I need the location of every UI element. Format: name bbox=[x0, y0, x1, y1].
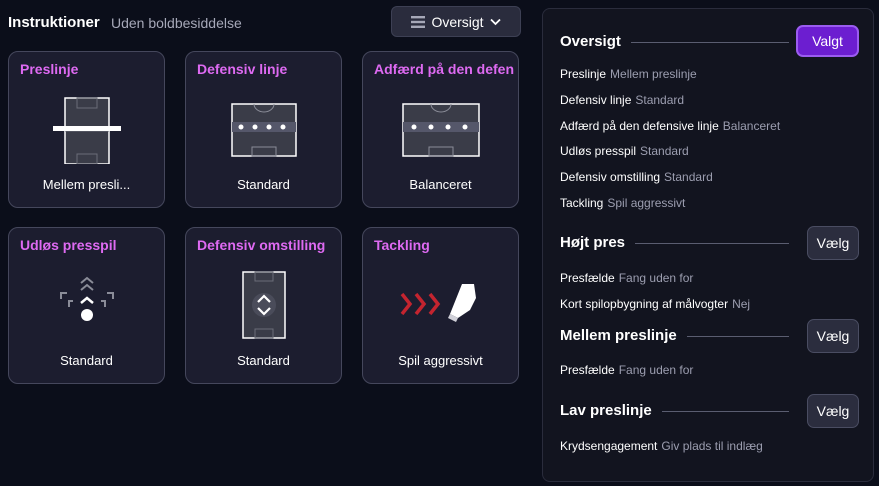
card-title: Adfærd på den defensi bbox=[374, 61, 514, 77]
card-title: Udløs presspil bbox=[20, 237, 117, 253]
page-title: Instruktioner bbox=[8, 14, 100, 31]
section-lav-preslinje: Lav preslinje Vælg bbox=[560, 394, 859, 428]
defensive-behaviour-icon bbox=[363, 90, 518, 168]
card-title: Defensiv omstilling bbox=[197, 237, 326, 253]
card-value: Mellem presli... bbox=[42, 177, 131, 192]
summary-row: Udløs presspil Standard bbox=[560, 144, 689, 158]
summary-row: Preslinje Mellem preslinje bbox=[560, 67, 697, 81]
card-value: Standard bbox=[237, 353, 290, 368]
pitch-line-icon bbox=[9, 90, 164, 168]
page-subtitle: Uden boldbesiddelse bbox=[111, 15, 242, 31]
view-dropdown[interactable]: Oversigt bbox=[391, 6, 521, 37]
card-value: Standard bbox=[237, 177, 290, 192]
summary-row: Krydsengagement Giv plads til indlæg bbox=[560, 439, 763, 453]
list-icon bbox=[411, 15, 426, 28]
tackle-boot-icon bbox=[363, 266, 518, 344]
card-udlos-presspil[interactable]: Udløs presspil Standard bbox=[8, 227, 165, 384]
card-title: Defensiv linje bbox=[197, 61, 288, 77]
select-button[interactable]: Vælg bbox=[807, 319, 859, 353]
summary-row: Defensiv omstilling Standard bbox=[560, 170, 713, 184]
summary-panel: Oversigt Valgt Preslinje Mellem preslinje… bbox=[542, 8, 874, 482]
section-mellem-preslinje: Mellem preslinje Vælg bbox=[560, 319, 859, 353]
section-title: Mellem preslinje bbox=[560, 327, 687, 344]
summary-row: Presfælde Fang uden for bbox=[560, 271, 694, 285]
card-adfaerd[interactable]: Adfærd på den defensi Balanceret bbox=[362, 51, 519, 208]
instructions-header: Instruktioner Uden boldbesiddelse Oversi… bbox=[8, 6, 523, 40]
select-button[interactable]: Vælg bbox=[807, 394, 859, 428]
summary-row: Tackling Spil aggressivt bbox=[560, 196, 686, 210]
section-hojt-pres: Højt pres Vælg bbox=[560, 226, 859, 260]
card-title: Tackling bbox=[374, 237, 430, 253]
card-defensiv-linje[interactable]: Defensiv linje Standard bbox=[185, 51, 342, 208]
selected-button[interactable]: Valgt bbox=[796, 25, 859, 57]
section-title: Højt pres bbox=[560, 234, 636, 251]
defensive-line-icon bbox=[186, 90, 341, 168]
card-value: Balanceret bbox=[409, 177, 472, 192]
card-title: Preslinje bbox=[20, 61, 79, 77]
transition-icon bbox=[186, 266, 341, 344]
card-value: Spil aggressivt bbox=[398, 353, 483, 368]
select-button[interactable]: Vælg bbox=[807, 226, 859, 260]
summary-row: Adfærd på den defensive linje Balanceret bbox=[560, 119, 781, 133]
summary-row: Kort spilopbygning af målvogter Nej bbox=[560, 297, 751, 311]
card-defensiv-omstilling[interactable]: Defensiv omstilling Standard bbox=[185, 227, 342, 384]
summary-row: Defensiv linje Standard bbox=[560, 93, 685, 107]
chevron-down-icon bbox=[489, 18, 501, 25]
card-value: Standard bbox=[60, 353, 113, 368]
press-trigger-icon bbox=[9, 266, 164, 344]
section-title: Lav preslinje bbox=[560, 402, 662, 419]
card-tackling[interactable]: Tackling Spil aggressivt bbox=[362, 227, 519, 384]
section-title: Oversigt bbox=[560, 33, 631, 50]
dropdown-label: Oversigt bbox=[431, 13, 484, 30]
summary-row: Presfælde Fang uden for bbox=[560, 363, 694, 377]
card-preslinje[interactable]: Preslinje Mellem presli... bbox=[8, 51, 165, 208]
section-oversigt: Oversigt Valgt bbox=[560, 25, 859, 59]
